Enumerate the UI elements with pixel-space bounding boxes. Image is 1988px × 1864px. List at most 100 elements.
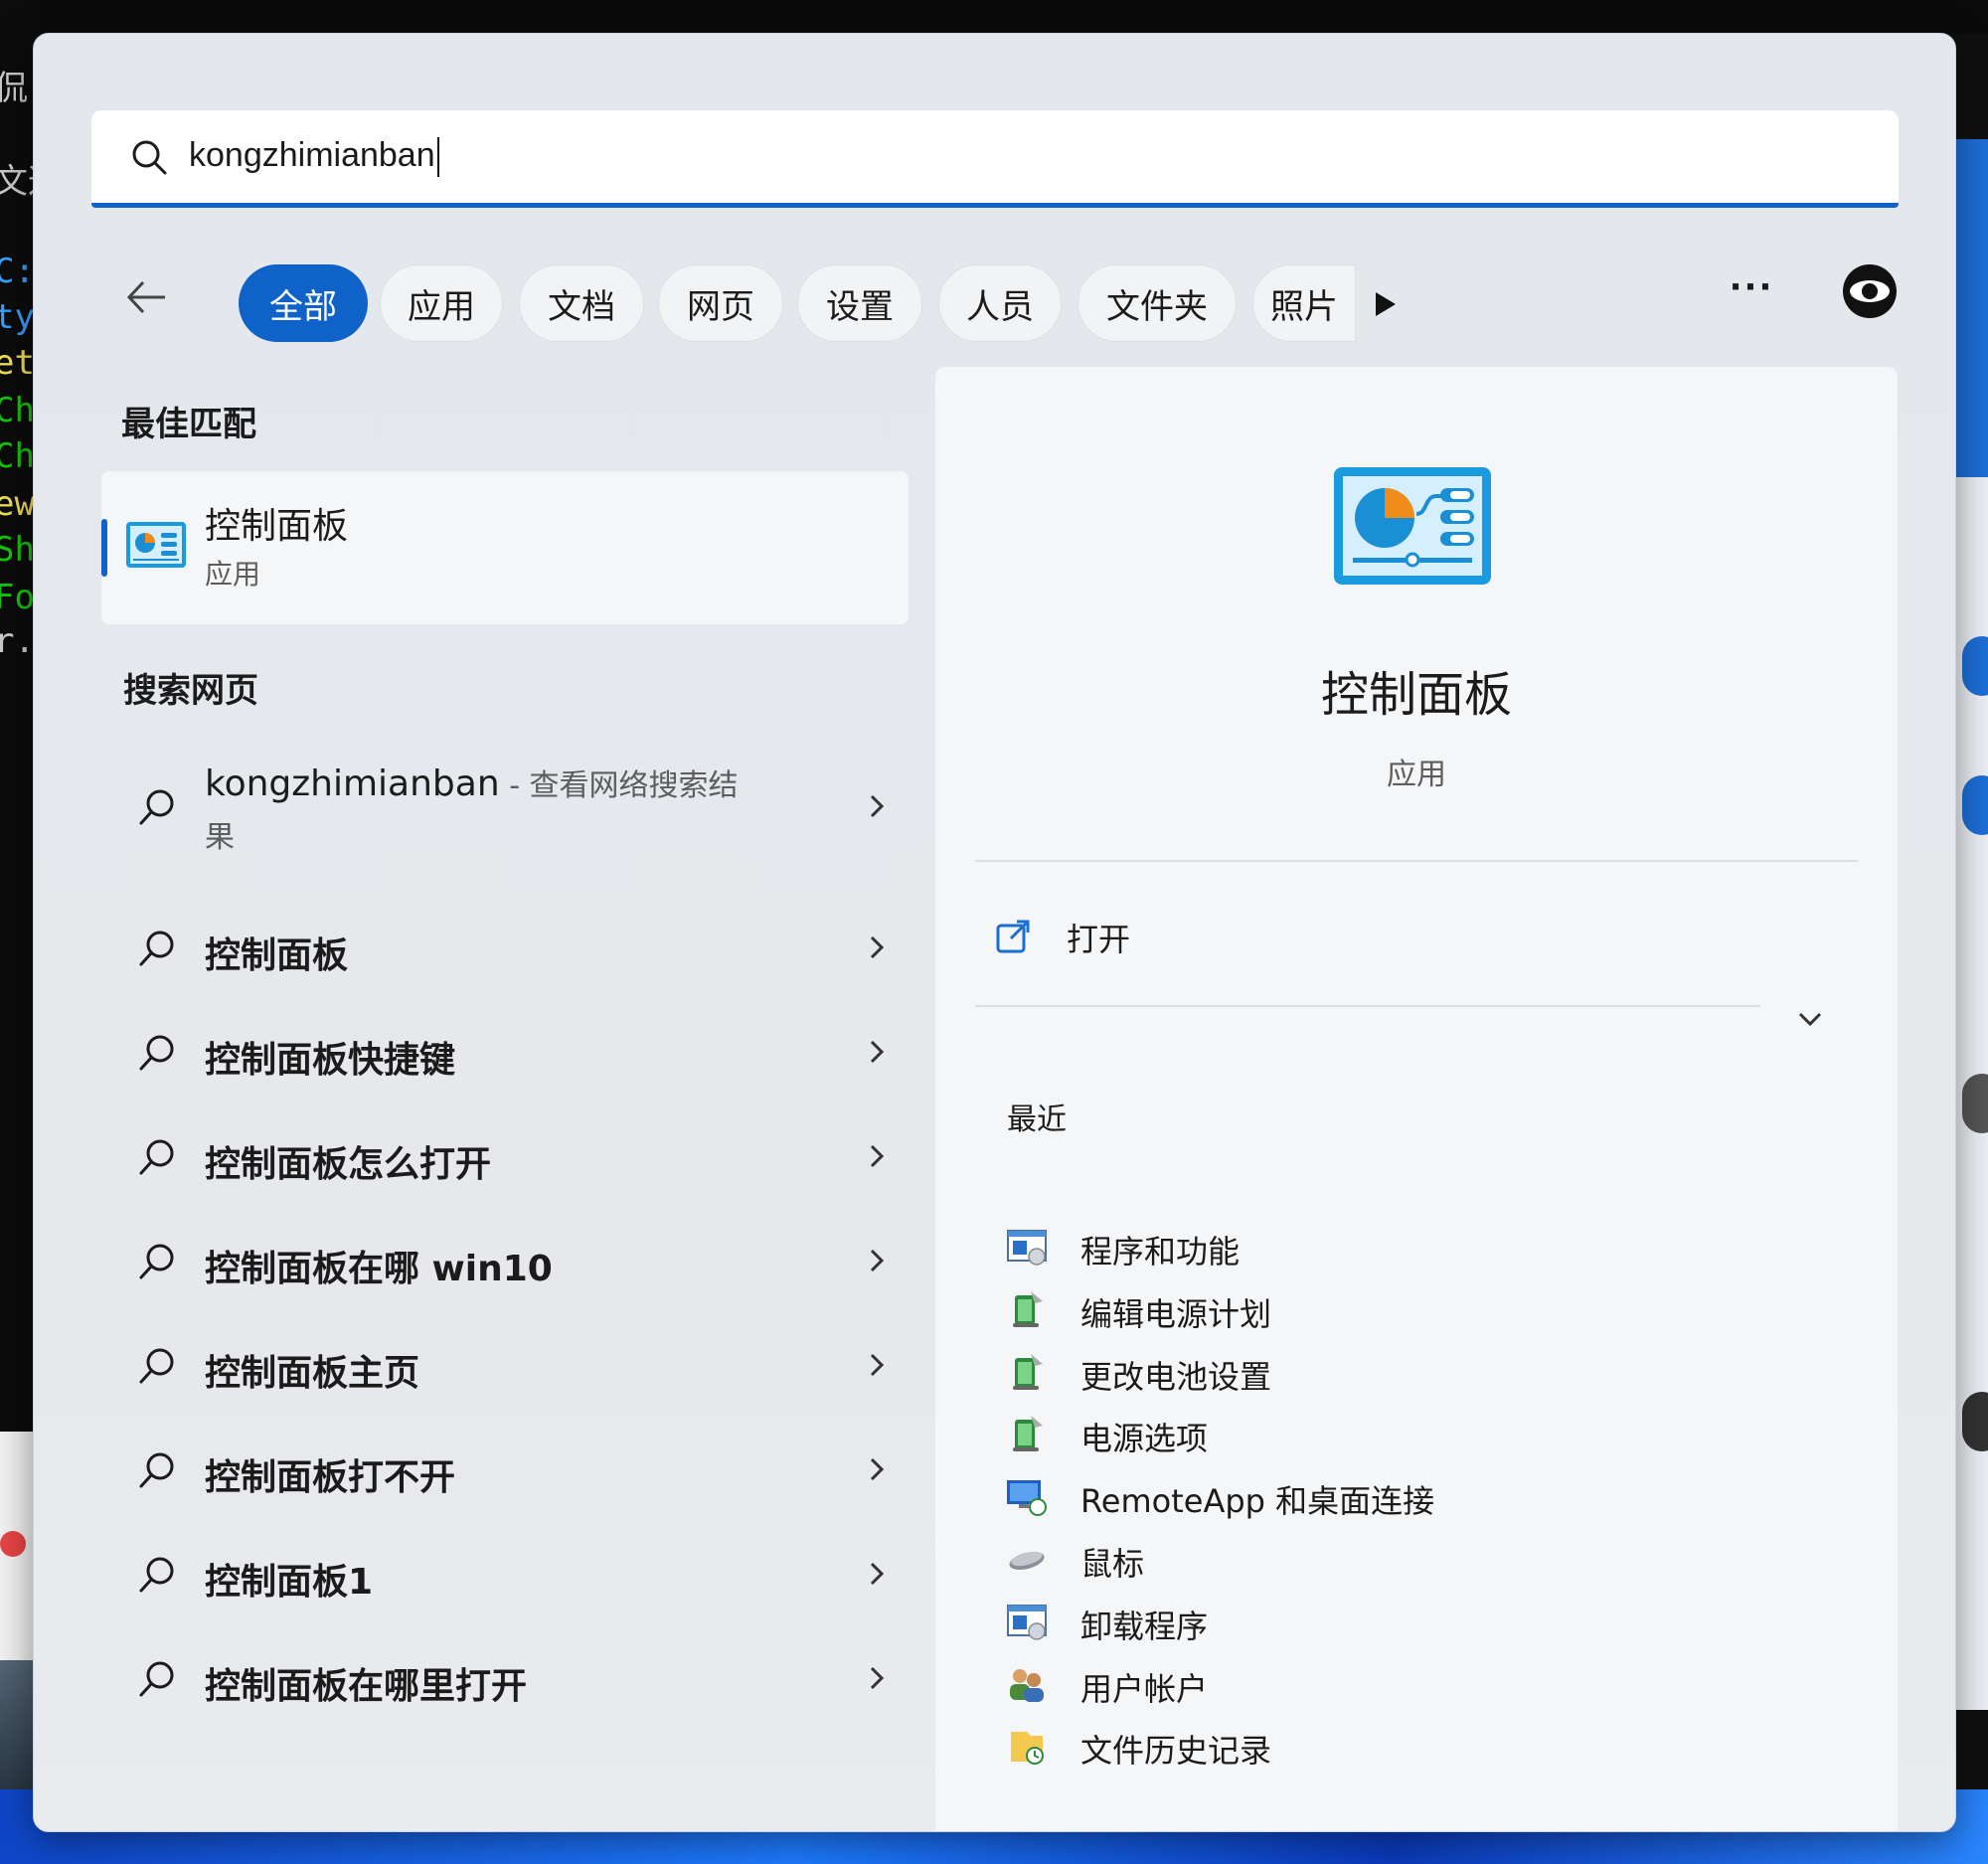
tab-people[interactable]: 人员 bbox=[938, 264, 1062, 342]
tab-apps[interactable]: 应用 bbox=[380, 264, 503, 342]
terminal-line: Sh bbox=[0, 530, 35, 570]
search-icon bbox=[137, 1033, 177, 1073]
desktop-top-strip bbox=[0, 0, 1988, 34]
recent-item[interactable]: 文件历史记录 bbox=[1005, 1716, 1800, 1776]
tab-settings[interactable]: 设置 bbox=[797, 264, 922, 342]
start-search-window: kongzhimianban 全部 应用 文档 网页 设置 人员 文件夹 照片 … bbox=[33, 33, 1956, 1832]
terminal-line: Fo bbox=[0, 578, 35, 617]
recent-item[interactable]: 程序和功能 bbox=[1005, 1217, 1800, 1276]
recent-item[interactable]: 卸载程序 bbox=[1005, 1592, 1800, 1651]
web-suggestion[interactable]: 控制面板在哪里打开 bbox=[101, 1633, 909, 1723]
selection-indicator bbox=[101, 519, 107, 577]
tab-web[interactable]: 网页 bbox=[658, 264, 783, 342]
programs-icon bbox=[1005, 1225, 1049, 1269]
preview-title: 控制面板 bbox=[1320, 667, 1512, 723]
programs-icon bbox=[1005, 1600, 1049, 1643]
chevron-down-icon[interactable] bbox=[1790, 999, 1830, 1039]
background-avatar bbox=[1962, 1392, 1988, 1451]
web-suggestion[interactable]: 控制面板1 bbox=[101, 1529, 909, 1618]
search-icon bbox=[137, 1659, 177, 1699]
background-avatar bbox=[1962, 636, 1988, 696]
search-icon bbox=[137, 1555, 177, 1595]
tab-documents[interactable]: 文档 bbox=[519, 264, 644, 342]
users-icon bbox=[1005, 1662, 1049, 1706]
control-panel-icon bbox=[125, 521, 187, 573]
chevron-right-icon bbox=[867, 1559, 887, 1589]
search-icon bbox=[137, 1137, 177, 1177]
preview-subtitle: 应用 bbox=[1387, 758, 1446, 792]
eye-icon[interactable] bbox=[1843, 264, 1897, 318]
chevron-right-icon bbox=[867, 1246, 887, 1275]
search-input[interactable]: kongzhimianban bbox=[189, 136, 439, 177]
terminal-line: ty bbox=[0, 297, 35, 337]
recent-item[interactable]: RemoteApp 和桌面连接 bbox=[1005, 1466, 1800, 1526]
terminal-line: r. bbox=[0, 621, 35, 661]
mouse-icon bbox=[1005, 1537, 1049, 1581]
chevron-right-icon bbox=[867, 1663, 887, 1693]
tab-all[interactable]: 全部 bbox=[239, 264, 368, 342]
remote-desktop-icon bbox=[1005, 1474, 1049, 1518]
recent-item-label: 文件历史记录 bbox=[1080, 1732, 1272, 1771]
recent-item-label: 电源选项 bbox=[1080, 1420, 1209, 1458]
chevron-right-icon bbox=[867, 932, 887, 962]
recent-item[interactable]: 更改电池设置 bbox=[1005, 1342, 1800, 1402]
filter-tabs: 全部 应用 文档 网页 设置 人员 文件夹 照片 ··· bbox=[91, 254, 1901, 342]
web-suggestion[interactable]: 控制面板在哪 win10 bbox=[101, 1216, 909, 1305]
recent-item-label: 程序和功能 bbox=[1080, 1233, 1241, 1271]
file-history-icon bbox=[1005, 1724, 1049, 1768]
best-match-result[interactable]: 控制面板 应用 bbox=[101, 471, 909, 624]
open-button[interactable]: 打开 bbox=[995, 909, 1492, 968]
search-box[interactable]: kongzhimianban bbox=[91, 110, 1899, 208]
web-search-result[interactable]: kongzhimianban - 查看网络搜索结果 bbox=[101, 746, 909, 875]
recent-item-label: 编辑电源计划 bbox=[1080, 1294, 1272, 1333]
more-options-button[interactable]: ··· bbox=[1722, 270, 1781, 322]
recent-item[interactable]: 用户帐户 bbox=[1005, 1654, 1800, 1714]
search-icon bbox=[137, 1450, 177, 1490]
control-panel-icon bbox=[1333, 466, 1492, 586]
background-avatar bbox=[1962, 1074, 1988, 1133]
recent-item[interactable]: 鼠标 bbox=[1005, 1529, 1800, 1589]
divider bbox=[975, 1005, 1760, 1007]
recent-item-label: RemoteApp 和桌面连接 bbox=[1080, 1482, 1435, 1521]
recent-item-label: 鼠标 bbox=[1080, 1545, 1145, 1583]
search-icon bbox=[137, 929, 177, 968]
scroll-right-icon[interactable] bbox=[1364, 284, 1404, 324]
open-external-icon bbox=[995, 919, 1031, 954]
search-icon bbox=[137, 787, 177, 827]
web-suggestion-label: 控制面板在哪里打开 bbox=[205, 1666, 528, 1707]
web-suggestion[interactable]: 控制面板打不开 bbox=[101, 1425, 909, 1514]
best-match-heading: 最佳匹配 bbox=[121, 405, 256, 444]
chevron-right-icon bbox=[867, 791, 887, 821]
power-icon bbox=[1005, 1287, 1049, 1331]
open-label: 打开 bbox=[1067, 921, 1131, 958]
text-caret bbox=[436, 137, 439, 177]
web-suggestion[interactable]: 控制面板 bbox=[101, 903, 909, 992]
web-suggestion[interactable]: 控制面板快捷键 bbox=[101, 1007, 909, 1097]
background-panel bbox=[1954, 139, 1988, 477]
back-arrow-icon[interactable] bbox=[121, 272, 171, 322]
tab-folders[interactable]: 文件夹 bbox=[1077, 264, 1237, 342]
tab-photos[interactable]: 照片 bbox=[1252, 264, 1356, 342]
web-query-text: kongzhimianban bbox=[205, 763, 500, 804]
web-suggestion[interactable]: 控制面板主页 bbox=[101, 1320, 909, 1410]
recent-item[interactable]: 编辑电源计划 bbox=[1005, 1279, 1800, 1339]
recent-heading: 最近 bbox=[1007, 1102, 1067, 1137]
background-window-right bbox=[1954, 139, 1988, 1710]
web-suggestion-label: 控制面板在哪 win10 bbox=[205, 1249, 553, 1289]
terminal-line: Ch bbox=[0, 391, 35, 430]
web-suggestion[interactable]: 控制面板怎么打开 bbox=[101, 1111, 909, 1201]
web-suggestion-label: 控制面板1 bbox=[205, 1562, 374, 1603]
recent-item-label: 用户帐户 bbox=[1080, 1669, 1209, 1708]
chevron-right-icon bbox=[867, 1350, 887, 1380]
heart-icon bbox=[0, 1531, 26, 1557]
search-query-text: kongzhimianban bbox=[189, 135, 435, 174]
recent-item[interactable]: 电源选项 bbox=[1005, 1404, 1800, 1463]
chevron-right-icon bbox=[867, 1454, 887, 1484]
power-icon bbox=[1005, 1412, 1049, 1455]
chevron-right-icon bbox=[867, 1037, 887, 1067]
divider bbox=[975, 860, 1858, 862]
best-match-type: 应用 bbox=[205, 558, 261, 591]
web-suggestion-label: 控制面板主页 bbox=[205, 1353, 420, 1394]
terminal-line: ew bbox=[0, 484, 35, 524]
search-icon bbox=[129, 137, 169, 177]
